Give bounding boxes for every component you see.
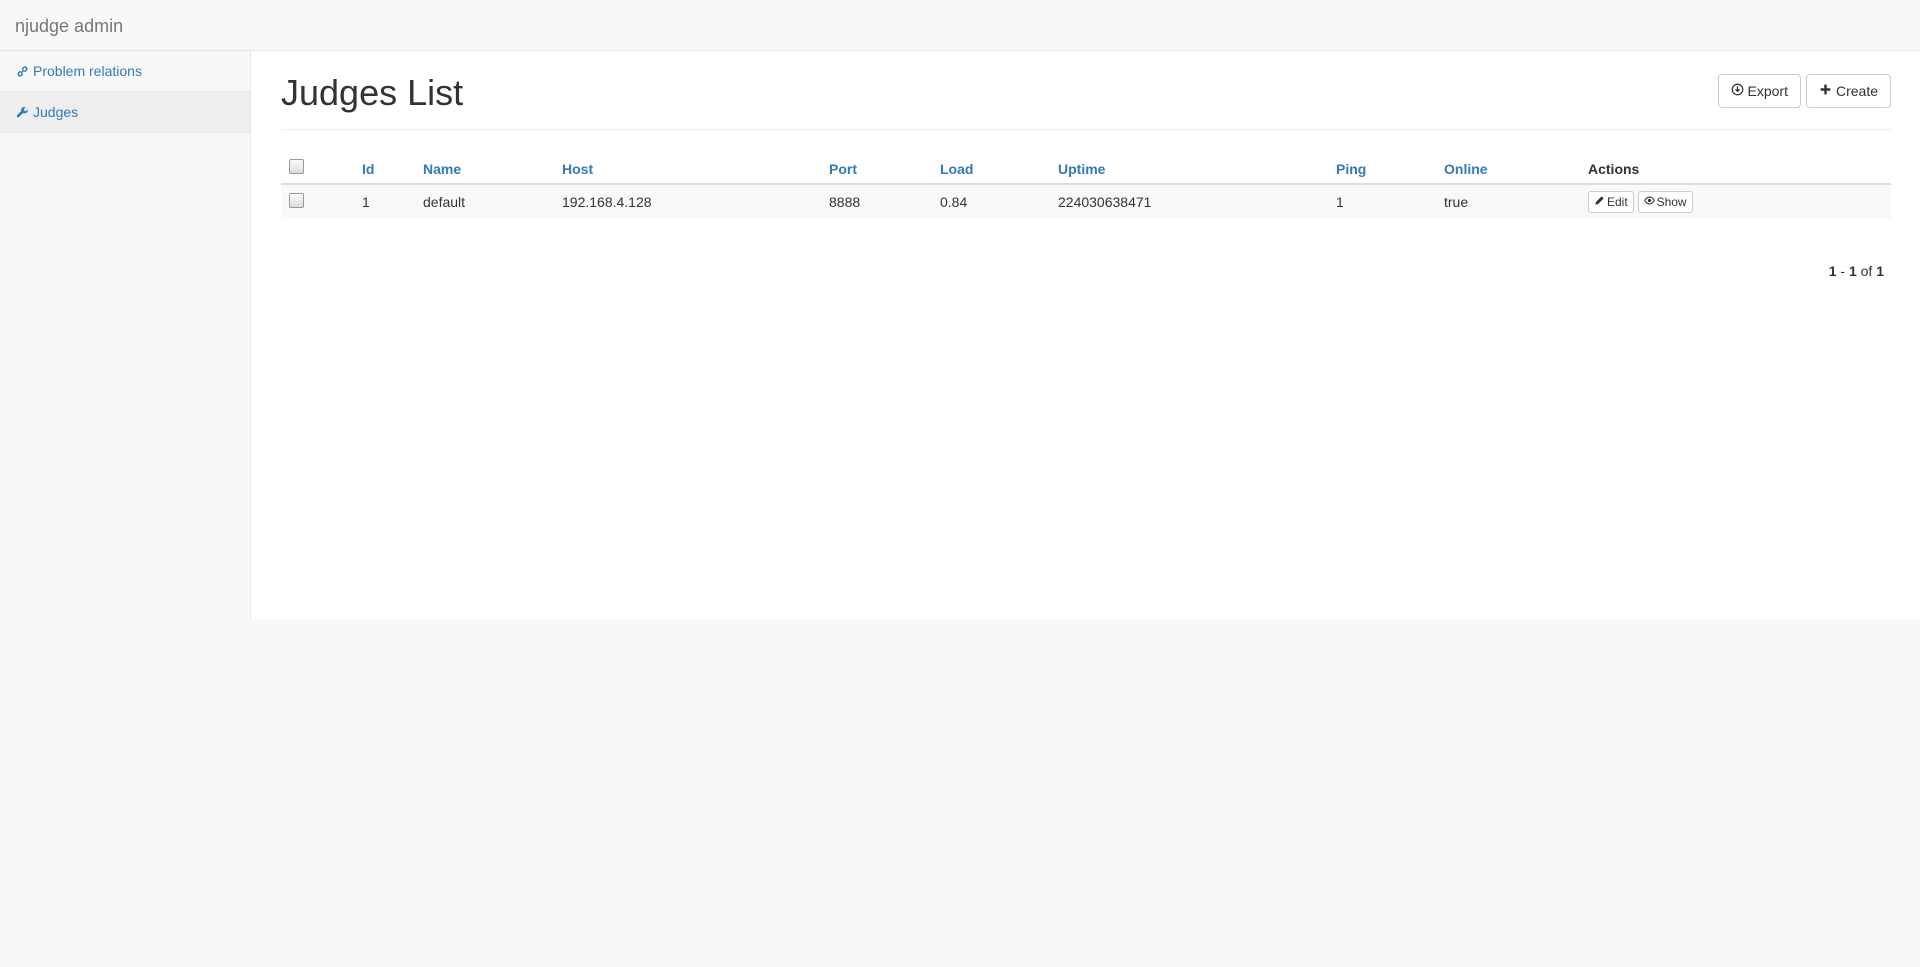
link-icon — [15, 64, 29, 78]
column-header-name: Name — [415, 148, 554, 185]
sort-id-link[interactable]: Id — [362, 161, 374, 177]
sidebar-item-label: Problem relations — [33, 63, 142, 79]
page-header: Judges List Export Create — [281, 51, 1891, 130]
pagination-from: 1 — [1828, 263, 1837, 279]
table-row: 1 default 192.168.4.128 8888 0.84 224030… — [281, 184, 1891, 219]
show-label: Show — [1656, 195, 1687, 209]
cell-load: 0.84 — [940, 194, 968, 210]
sort-name-link[interactable]: Name — [423, 161, 461, 177]
create-label: Create — [1835, 83, 1878, 99]
cell-actions: Edit Show — [1580, 184, 1891, 219]
table-header-row: Id Name Host Port Load Uptime Ping Onlin… — [281, 148, 1891, 185]
column-header-uptime: Uptime — [1050, 148, 1328, 185]
cell-ping: 1 — [1336, 194, 1344, 210]
create-button[interactable]: Create — [1805, 74, 1891, 108]
column-header-ping: Ping — [1328, 148, 1436, 185]
cell-host: 192.168.4.128 — [562, 194, 652, 210]
row-checkbox[interactable] — [289, 193, 304, 208]
sort-online-link[interactable]: Online — [1444, 161, 1488, 177]
header-actions: Export Create — [1717, 74, 1891, 108]
cell-online: true — [1444, 194, 1469, 210]
pencil-icon — [1594, 193, 1605, 211]
download-icon — [1731, 81, 1744, 101]
export-label: Export — [1747, 83, 1788, 99]
judges-table: Id Name Host Port Load Uptime Ping Onlin… — [281, 148, 1891, 219]
pagination-total: 1 — [1876, 263, 1884, 279]
sidebar: Problem relations Judges — [0, 51, 251, 619]
column-header-host: Host — [554, 148, 821, 185]
sort-host-link[interactable]: Host — [562, 161, 593, 177]
show-button[interactable]: Show — [1637, 191, 1693, 213]
cell-port: 8888 — [829, 194, 861, 210]
edit-label: Edit — [1607, 195, 1628, 209]
cell-uptime: 224030638471 — [1058, 194, 1152, 210]
column-header-online: Online — [1436, 148, 1580, 185]
pagination-info: 1 - 1 of 1 — [1829, 263, 1884, 279]
select-all-checkbox[interactable] — [289, 159, 304, 174]
column-header-port: Port — [821, 148, 932, 185]
column-header-id: Id — [354, 148, 415, 185]
sort-ping-link[interactable]: Ping — [1336, 161, 1366, 177]
pagination-of: of — [1860, 263, 1873, 279]
select-all-header — [281, 148, 354, 185]
wrench-icon — [15, 105, 29, 119]
main-content: Judges List Export Create Id Name Host P… — [251, 51, 1920, 619]
cell-id: 1 — [362, 194, 370, 210]
row-select-cell — [281, 184, 354, 219]
cell-name: default — [423, 194, 466, 210]
page-title: Judges List — [281, 72, 464, 113]
pagination-separator: - — [1840, 263, 1846, 279]
export-button[interactable]: Export — [1717, 74, 1801, 108]
sidebar-item-judges[interactable]: Judges — [0, 92, 250, 133]
plus-icon — [1819, 81, 1832, 101]
pagination-to: 1 — [1848, 263, 1857, 279]
eye-icon — [1643, 193, 1655, 211]
column-header-load: Load — [932, 148, 1050, 185]
edit-button[interactable]: Edit — [1588, 191, 1634, 213]
sort-uptime-link[interactable]: Uptime — [1058, 161, 1105, 177]
sidebar-item-label: Judges — [33, 104, 79, 120]
judges-table-wrapper: Id Name Host Port Load Uptime Ping Onlin… — [281, 148, 1891, 219]
brand-link[interactable]: njudge admin — [15, 16, 123, 36]
sidebar-item-problem-relations[interactable]: Problem relations — [0, 51, 250, 92]
sort-load-link[interactable]: Load — [940, 161, 973, 177]
sort-port-link[interactable]: Port — [829, 161, 857, 177]
top-navbar: njudge admin — [0, 0, 1920, 51]
column-header-actions: Actions — [1580, 148, 1891, 185]
